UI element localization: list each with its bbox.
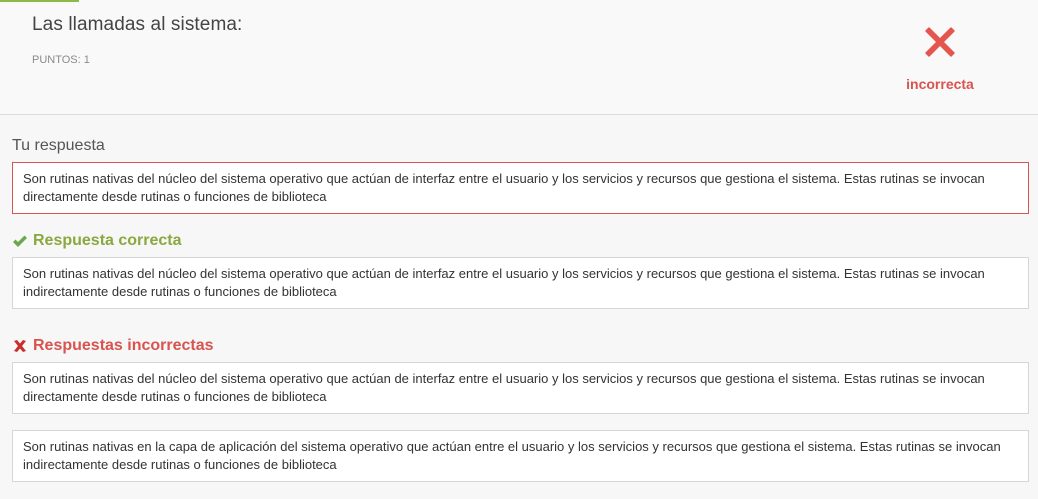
your-answer-box: Son rutinas nativas del núcleo del siste…	[12, 162, 1029, 214]
incorrect-answers-label: Respuestas incorrectas	[33, 337, 214, 354]
correct-answer-label: Respuesta correcta	[33, 232, 182, 249]
correct-answer-heading: Respuesta correcta	[12, 232, 182, 250]
result-label: incorrecta	[906, 76, 974, 92]
question-header: Las llamadas al sistema: PUNTOS: 1 incor…	[0, 0, 1038, 115]
question-points: PUNTOS: 1	[32, 54, 90, 66]
incorrect-answer-box: Son rutinas nativas del núcleo del siste…	[12, 362, 1029, 414]
your-answer-label: Tu respuesta	[12, 137, 105, 154]
result-indicator: incorrecta	[890, 24, 990, 92]
red-x-icon	[925, 27, 955, 57]
top-accent-bar	[0, 0, 79, 2]
incorrect-answers-heading: Respuestas incorrectas	[12, 337, 214, 355]
correct-answer-box: Son rutinas nativas del núcleo del siste…	[12, 257, 1029, 309]
question-title: Las llamadas al sistema:	[32, 14, 243, 35]
red-x-icon	[14, 340, 26, 352]
green-check-icon	[13, 235, 27, 247]
incorrect-answer-box: Son rutinas nativas en la capa de aplica…	[12, 430, 1029, 482]
quiz-result-page: Las llamadas al sistema: PUNTOS: 1 incor…	[0, 0, 1038, 499]
